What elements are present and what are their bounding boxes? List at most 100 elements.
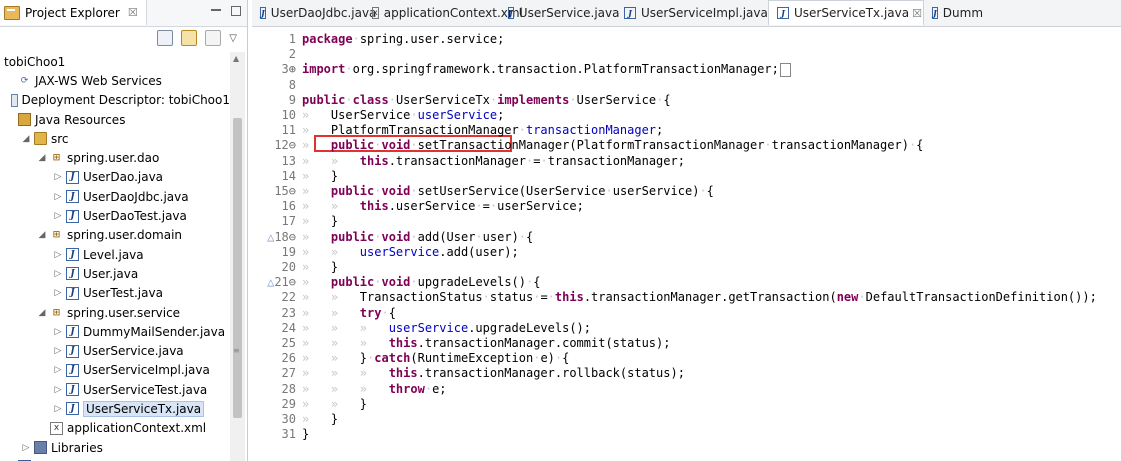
code-token: UserService (576, 92, 657, 107)
tree-item-label: UserServiceTx.java (83, 400, 205, 417)
line-number-text: 2 (288, 47, 296, 62)
scrollbar-thumb[interactable] (233, 118, 242, 418)
project-tree: tobiChoo1 ⟳ JAX-WS Web Services Deployment … (4, 52, 230, 461)
tree-item[interactable]: Java Resources (4, 110, 230, 129)
expand-fold-icon[interactable]: ⊕ (289, 62, 296, 76)
tree-item[interactable]: ⟳ JAX-WS Web Services (4, 71, 230, 90)
collapsed-arrow-icon[interactable]: ▷ (52, 269, 64, 279)
tree-item[interactable]: JavaScript Resources (4, 457, 230, 461)
java-file-icon: J (932, 6, 938, 19)
editor-tab[interactable]: J UserServiceTx.java ☒ (768, 0, 924, 25)
tree-item-label: Deployment Descriptor: tobiChoo1 (21, 93, 231, 108)
editor-tab[interactable]: J UserDaoJdbc.java (252, 0, 376, 25)
collapsed-arrow-icon[interactable]: ▷ (52, 404, 64, 414)
collapsed-arrow-icon[interactable]: ▷ (52, 327, 64, 337)
collapsed-arrow-icon[interactable]: ▷ (52, 211, 64, 221)
tree-item[interactable]: ▷ J UserServiceTest.java (4, 380, 230, 399)
tree-item[interactable]: ▷ J UserDao.java (4, 168, 230, 187)
code-token: (RuntimeException (410, 351, 534, 366)
close-icon[interactable]: ☒ (912, 7, 922, 20)
collapsed-arrow-icon[interactable]: ▷ (20, 443, 32, 453)
editor-tab-label: UserService.java (518, 5, 620, 20)
tree-item-label: UserDao.java (83, 170, 164, 185)
code-token: = (482, 199, 490, 214)
project-explorer-panel: Project Explorer ☒ ▽ tobiChoo1 ⟳ JAX-WS We… (0, 0, 248, 461)
expanded-arrow-icon[interactable]: ◢ (36, 230, 48, 240)
package-icon: ⊞ (52, 230, 61, 241)
tree-item[interactable]: ◢ src (4, 129, 230, 148)
tree-item[interactable]: ▷ J UserService.java (4, 341, 230, 360)
tree-item[interactable]: ◢ ⊞ spring.user.service (4, 303, 230, 322)
code-token: PlatformTransactionManager (330, 123, 519, 138)
collapse-fold-icon[interactable]: ⊖ (289, 138, 296, 152)
package-icon: ⊞ (52, 307, 61, 318)
expanded-arrow-icon[interactable]: ◢ (20, 134, 32, 144)
collapse-fold-icon[interactable]: ⊖ (289, 275, 296, 289)
collapse-fold-icon[interactable]: ⊖ (289, 230, 296, 244)
expanded-arrow-icon[interactable]: ◢ (36, 153, 48, 163)
expanded-arrow-icon[interactable]: ◢ (36, 308, 48, 318)
code-token: org.springframework.transaction.Platform… (352, 62, 779, 77)
collapsed-arrow-icon[interactable]: ▷ (52, 288, 64, 298)
code-token: TransactionStatus (359, 290, 483, 305)
code-token: { (562, 351, 570, 366)
code-token: void (381, 138, 411, 153)
tree-item[interactable]: ▷ J User.java (4, 264, 230, 283)
tree-item-label: DummyMailSender.java (83, 324, 226, 339)
tree-item[interactable]: ▷ J UserDaoJdbc.java (4, 187, 230, 206)
code-token: userService; (497, 199, 584, 214)
editor-tab[interactable]: J Dumm (924, 0, 983, 25)
tree-item[interactable]: ◢ ⊞ spring.user.domain (4, 226, 230, 245)
line-number-text: 22 (281, 290, 296, 305)
tree-item[interactable]: ▷ J UserDaoTest.java (4, 206, 230, 225)
editor-tab[interactable]: J UserServiceImpl.java (616, 0, 768, 25)
code-token: » (302, 229, 331, 244)
tree-item[interactable]: ▷ J UserServiceImpl.java (4, 361, 230, 380)
java-resources-icon (18, 113, 31, 127)
tree-item-label: User.java (83, 266, 139, 281)
tree-item[interactable]: ▷ J UserServiceTx.java (4, 399, 230, 418)
collapsed-arrow-icon[interactable]: ▷ (52, 172, 64, 182)
minimize-icon[interactable] (211, 9, 221, 21)
code-token: » (302, 214, 331, 229)
code-token: setTransactionManager(PlatformTransactio… (417, 138, 765, 153)
code-token: userService (388, 320, 469, 335)
close-icon[interactable]: ☒ (128, 6, 138, 19)
tree-item[interactable]: Deployment Descriptor: tobiChoo1 (4, 91, 230, 110)
code-token: upgradeLevels() (417, 275, 527, 290)
collapsed-arrow-icon[interactable]: ▷ (52, 346, 64, 356)
code-token: · (699, 184, 707, 198)
tree-item[interactable]: ▷ J DummyMailSender.java (4, 322, 230, 341)
tree-item[interactable]: ▷ Libraries (4, 438, 230, 457)
collapse-fold-icon[interactable]: ⊖ (289, 184, 296, 198)
code-text: } (302, 425, 309, 444)
code-token: add(User (417, 229, 476, 244)
code-token: » (302, 138, 331, 153)
focus-icon[interactable] (205, 30, 222, 46)
scroll-up-arrow-icon[interactable]: ▲ (233, 54, 239, 63)
tab-project-explorer[interactable]: Project Explorer ☒ (0, 0, 147, 25)
tree-item[interactable]: x applicationContext.xml (4, 419, 230, 438)
collapse-all-icon[interactable] (157, 30, 174, 46)
explorer-scrollbar[interactable]: ▲ ≡ (230, 52, 245, 461)
tree-item[interactable]: ◢ ⊞ spring.user.dao (4, 148, 230, 167)
project-explorer-tabbar: Project Explorer ☒ (0, 0, 247, 27)
code-area[interactable]: 1 package·spring.user.service; 2 3⊕ import·o… (252, 27, 1121, 461)
code-token: .userService (388, 199, 476, 214)
collapsed-arrow-icon[interactable]: ▷ (52, 365, 64, 375)
code-token: » » (302, 290, 360, 305)
view-menu-icon[interactable]: ▽ (229, 33, 237, 44)
tree-item[interactable]: ▷ J Level.java (4, 245, 230, 264)
tree-item[interactable]: tobiChoo1 (4, 52, 230, 71)
editor-tab[interactable]: x applicationContext.xml (364, 0, 523, 25)
code-token: » » » (302, 320, 389, 335)
collapsed-arrow-icon[interactable]: ▷ (52, 192, 64, 202)
editor-tab[interactable]: J UserService.java (500, 0, 619, 25)
code-token: · (424, 381, 433, 396)
collapsed-arrow-icon[interactable]: ▷ (52, 250, 64, 260)
maximize-icon[interactable] (231, 6, 241, 16)
link-with-editor-icon[interactable] (181, 30, 198, 46)
collapsed-arrow-icon[interactable]: ▷ (52, 385, 64, 395)
line-number-text: 24 (281, 320, 296, 335)
tree-item[interactable]: ▷ J UserTest.java (4, 284, 230, 303)
